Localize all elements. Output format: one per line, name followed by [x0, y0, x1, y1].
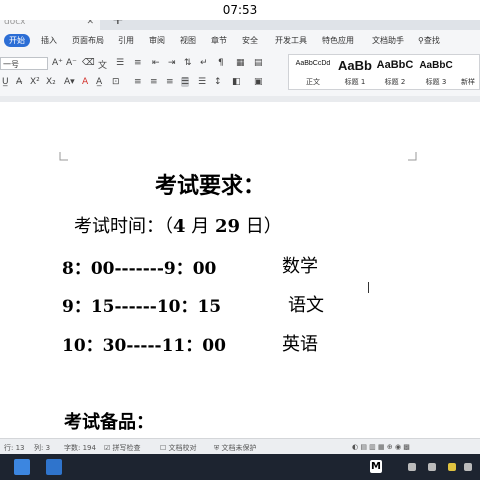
schedule-subject-math: 数学	[282, 256, 318, 277]
align-left-icon[interactable]: ≡	[134, 77, 142, 87]
superscript-icon[interactable]: X²	[30, 77, 40, 87]
show-marks-icon[interactable]: ¶	[218, 58, 224, 68]
margin-corner-left	[59, 152, 68, 161]
outdent-icon[interactable]: ⇤	[152, 58, 160, 68]
exam-time-line: 考试时间：（4 月 29 日）	[74, 216, 282, 237]
schedule-time-math: 8：00-------9：00	[62, 259, 217, 279]
start-icon[interactable]	[14, 459, 30, 475]
menu-insert[interactable]: 插入	[41, 35, 57, 46]
shading-icon[interactable]: ◧	[232, 77, 241, 87]
tray-icon-2[interactable]	[428, 463, 436, 471]
exam-supplies-heading: 考试备品：	[64, 412, 154, 433]
status-spellcheck[interactable]: ☑ 拼写检查	[104, 443, 141, 453]
font-size-select[interactable]: 一号	[0, 57, 48, 70]
indent-icon[interactable]: ⇥	[168, 58, 176, 68]
style-heading-1[interactable]: AaBb 标题 1	[335, 55, 375, 89]
taskbar: M	[0, 454, 480, 480]
margin-corner-right	[408, 152, 417, 161]
char-border-icon[interactable]: ⊡	[112, 77, 120, 87]
menu-references[interactable]: 引用	[118, 35, 134, 46]
grow-font-icon[interactable]: A⁺	[52, 58, 63, 68]
bullet-list-icon[interactable]: ☰	[116, 58, 124, 68]
subscript-icon[interactable]: X₂	[46, 77, 56, 87]
proof-icon: ☐	[160, 444, 169, 452]
schedule-time-chinese: 9：15------10：15	[62, 297, 222, 317]
schedule-subject-english: 英语	[282, 334, 318, 355]
strikethrough-icon[interactable]: A̶	[16, 77, 22, 87]
style-heading-2[interactable]: AaBbC 标题 2	[375, 55, 415, 89]
line-spacing-icon[interactable]: ↕	[214, 77, 222, 87]
menu-home[interactable]: 开始	[4, 34, 30, 47]
doc-title: 考试要求：	[155, 173, 266, 199]
border-icon[interactable]: ▦	[236, 58, 245, 68]
borders-icon[interactable]: ▣	[254, 77, 263, 87]
font-color-icon[interactable]: A	[82, 77, 88, 87]
schedule-subject-chinese: 语文	[288, 295, 324, 316]
char-shading-icon[interactable]: A̲	[96, 77, 102, 87]
text-cursor-icon	[368, 282, 369, 293]
style-new[interactable]: 新样	[457, 55, 479, 89]
check-icon: ☑	[104, 444, 113, 452]
menu-bar: 开始 插入 页面布局 引用 审阅 视图 章节 安全 开发工具 特色应用 文档助手…	[0, 30, 480, 53]
justify-icon[interactable]: ☰	[181, 77, 190, 87]
shrink-font-icon[interactable]: A⁻	[66, 58, 77, 68]
align-right-icon[interactable]: ≡	[166, 77, 174, 87]
menu-doc-assistant[interactable]: 文档助手	[372, 35, 404, 46]
app-icon[interactable]	[46, 459, 62, 475]
distributed-icon[interactable]: ☰	[198, 77, 206, 87]
fill-icon[interactable]: ▤	[254, 58, 263, 68]
menu-developer-tools[interactable]: 开发工具	[275, 35, 307, 46]
menu-page-layout[interactable]: 页面布局	[72, 35, 104, 46]
menu-chapter[interactable]: 章节	[211, 35, 227, 46]
tray-icon-3[interactable]	[448, 463, 456, 471]
status-protect[interactable]: ⛨ 文档未保护	[214, 443, 256, 453]
menu-find[interactable]: ⚲查找	[418, 35, 440, 46]
tray-icon-4[interactable]	[464, 463, 472, 471]
wrap-icon[interactable]: ↵	[200, 58, 208, 68]
phonetic-icon[interactable]: 文	[98, 58, 107, 71]
style-gallery: AaBbCcDd 正文 AaBb 标题 1 AaBbC 标题 2 AaBbC 标…	[288, 54, 480, 90]
document-page[interactable]: 考试要求： 考试时间：（4 月 29 日） 8：00-------9：00 数学…	[0, 102, 480, 438]
underline-icon[interactable]: U̲	[2, 77, 9, 87]
sort-icon[interactable]: ⇅	[184, 58, 192, 68]
view-icons[interactable]: ◐ ▤ ▥ ▦ ⊕ ◉ ▩	[352, 443, 410, 451]
menu-review[interactable]: 审阅	[149, 35, 165, 46]
status-proofread[interactable]: ☐ 文档校对	[160, 443, 197, 453]
menu-security[interactable]: 安全	[242, 35, 258, 46]
highlight-icon[interactable]: A▾	[64, 77, 75, 87]
style-normal[interactable]: AaBbCcDd 正文	[291, 55, 335, 89]
tray-icon-1[interactable]	[408, 463, 416, 471]
status-row: 行: 13	[4, 444, 25, 452]
clear-format-icon[interactable]: ⌫	[82, 58, 95, 68]
clock-overlay: 07:53	[0, 0, 480, 20]
status-words: 字数: 194	[64, 444, 96, 452]
numbered-list-icon[interactable]: ≡	[134, 58, 142, 68]
style-heading-3[interactable]: AaBbC 标题 3	[415, 55, 457, 89]
menu-view[interactable]: 视图	[180, 35, 196, 46]
tray-m-icon[interactable]: M	[370, 460, 382, 473]
align-center-icon[interactable]: ≡	[150, 77, 158, 87]
schedule-time-english: 10：30-----11：00	[62, 336, 226, 356]
menu-featured-apps[interactable]: 特色应用	[322, 35, 354, 46]
status-bar: 行: 13 列: 3 字数: 194 ☑ 拼写检查 ☐ 文档校对 ⛨ 文档未保护…	[0, 438, 480, 455]
status-col: 列: 3	[34, 444, 51, 452]
